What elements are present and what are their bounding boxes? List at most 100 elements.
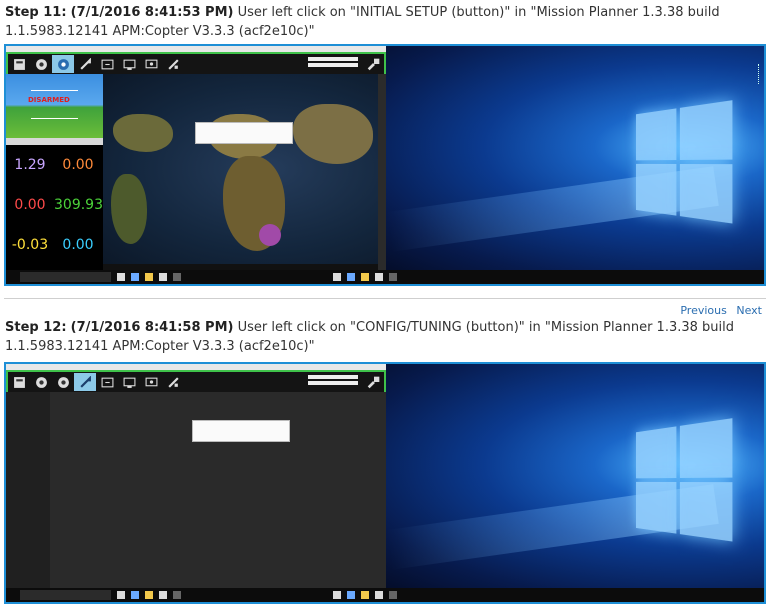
flight-data-button[interactable] xyxy=(8,373,30,391)
quick-value: 309.93 xyxy=(54,197,103,213)
main-toolbar xyxy=(6,52,386,76)
folder-icon[interactable] xyxy=(361,591,369,599)
previous-link[interactable]: Previous xyxy=(680,304,727,317)
initial-setup-button[interactable] xyxy=(52,55,74,73)
simulation-icon xyxy=(101,377,113,387)
quick-value-cell: 0.00 xyxy=(6,185,54,225)
connection-fields[interactable] xyxy=(308,375,358,387)
step-11-screenshot: DISARMED 1.29 0.00 0.00 309.93 -0.03 0.0… xyxy=(4,44,766,286)
initial-setup-icon xyxy=(57,376,69,388)
connection-fields[interactable] xyxy=(308,57,358,69)
simulation-icon xyxy=(101,59,113,69)
step-11-label: Step 11: xyxy=(5,5,67,20)
quick-label xyxy=(54,185,102,195)
terminal-button[interactable] xyxy=(118,55,140,73)
windows-logo-icon xyxy=(635,418,735,544)
folder-icon[interactable] xyxy=(361,273,369,281)
quick-label xyxy=(54,145,102,155)
initial-setup-button[interactable] xyxy=(52,373,74,391)
quick-value: 0.00 xyxy=(62,237,94,253)
donate-button[interactable] xyxy=(162,373,184,391)
flight-data-button[interactable] xyxy=(8,55,30,73)
quick-value-cell: 0.00 xyxy=(54,225,102,265)
satellite-icon xyxy=(167,376,179,388)
app-icon[interactable] xyxy=(389,273,397,281)
app-icon[interactable] xyxy=(173,591,181,599)
flight-plan-icon xyxy=(35,376,47,388)
main-toolbar xyxy=(6,370,386,394)
taskbar-search[interactable] xyxy=(20,272,111,282)
app-icon[interactable] xyxy=(173,273,181,281)
task-view-icon[interactable] xyxy=(117,273,125,281)
quick-value: 1.29 xyxy=(14,157,46,173)
app-icon[interactable] xyxy=(389,591,397,599)
quick-label xyxy=(6,145,54,155)
satellite-map[interactable] xyxy=(103,74,378,264)
simulation-button[interactable] xyxy=(96,373,118,391)
initial-setup-icon xyxy=(57,58,69,70)
terminal-button[interactable] xyxy=(118,373,140,391)
config-tuning-button[interactable] xyxy=(74,55,96,73)
monitor-icon xyxy=(123,59,135,70)
config-content xyxy=(50,392,386,588)
quick-value-cell: 0.00 xyxy=(54,145,102,185)
flight-plan-button[interactable] xyxy=(30,373,52,391)
connect-button[interactable] xyxy=(366,374,382,389)
hud-pitch-line xyxy=(31,90,78,91)
step-12-timestamp: (7/1/2016 8:41:58 PM) xyxy=(70,320,234,335)
edge-icon[interactable] xyxy=(131,591,139,599)
folder-icon[interactable] xyxy=(145,273,153,281)
disarmed-status: DISARMED xyxy=(28,96,70,104)
map-zoom-scrollbar[interactable] xyxy=(378,74,386,270)
step-12-title: Step 12: (7/1/2016 8:41:58 PM) User left… xyxy=(5,318,745,356)
map-land xyxy=(293,104,373,164)
step-divider xyxy=(4,298,766,299)
step-12-label: Step 12: xyxy=(5,320,67,335)
store-icon[interactable] xyxy=(375,273,383,281)
quick-value-cell: 309.93 xyxy=(54,185,103,225)
plug-icon xyxy=(367,376,380,389)
store-icon[interactable] xyxy=(375,591,383,599)
config-tuning-button[interactable] xyxy=(74,373,96,391)
task-view-icon[interactable] xyxy=(117,591,125,599)
flight-plan-button[interactable] xyxy=(30,55,52,73)
quick-value-cell: 1.29 xyxy=(6,145,54,185)
edge-icon[interactable] xyxy=(131,273,139,281)
folder-icon[interactable] xyxy=(145,591,153,599)
windows-taskbar xyxy=(6,270,764,284)
quick-label xyxy=(6,185,54,195)
windows-desktop xyxy=(386,364,764,588)
donate-button[interactable] xyxy=(162,55,184,73)
next-link[interactable]: Next xyxy=(736,304,762,317)
config-tree xyxy=(6,392,50,588)
edge-icon[interactable] xyxy=(347,273,355,281)
info-popup xyxy=(192,420,290,442)
hud-display: DISARMED xyxy=(6,74,103,138)
store-icon[interactable] xyxy=(159,591,167,599)
monitor-icon xyxy=(123,377,135,388)
store-icon[interactable] xyxy=(159,273,167,281)
step-11-timestamp: (7/1/2016 8:41:53 PM) xyxy=(70,5,234,20)
simulation-button[interactable] xyxy=(96,55,118,73)
windows-logo-icon xyxy=(635,100,735,226)
step-navigation: Previous Next xyxy=(674,304,762,317)
edge-marks xyxy=(758,64,762,84)
step-11-title: Step 11: (7/1/2016 8:41:53 PM) User left… xyxy=(5,3,745,41)
quick-value-cell: -0.03 xyxy=(6,225,54,265)
mission-planner-window xyxy=(6,364,386,588)
data-tabs[interactable] xyxy=(6,138,103,145)
hud-pitch-line xyxy=(31,118,78,119)
quick-values-panel: 1.29 0.00 0.00 309.93 -0.03 0.00 xyxy=(6,145,103,270)
quick-value: -0.03 xyxy=(11,237,49,253)
wrench-icon xyxy=(79,57,91,70)
map-land xyxy=(111,174,147,244)
tray-icon[interactable] xyxy=(333,273,341,281)
connect-button[interactable] xyxy=(366,56,382,71)
edge-icon[interactable] xyxy=(347,591,355,599)
wrench-icon xyxy=(79,375,91,388)
help-button[interactable] xyxy=(140,55,162,73)
help-button[interactable] xyxy=(140,373,162,391)
help-monitor-icon xyxy=(145,59,157,68)
tray-icon[interactable] xyxy=(333,591,341,599)
taskbar-search[interactable] xyxy=(20,590,111,600)
